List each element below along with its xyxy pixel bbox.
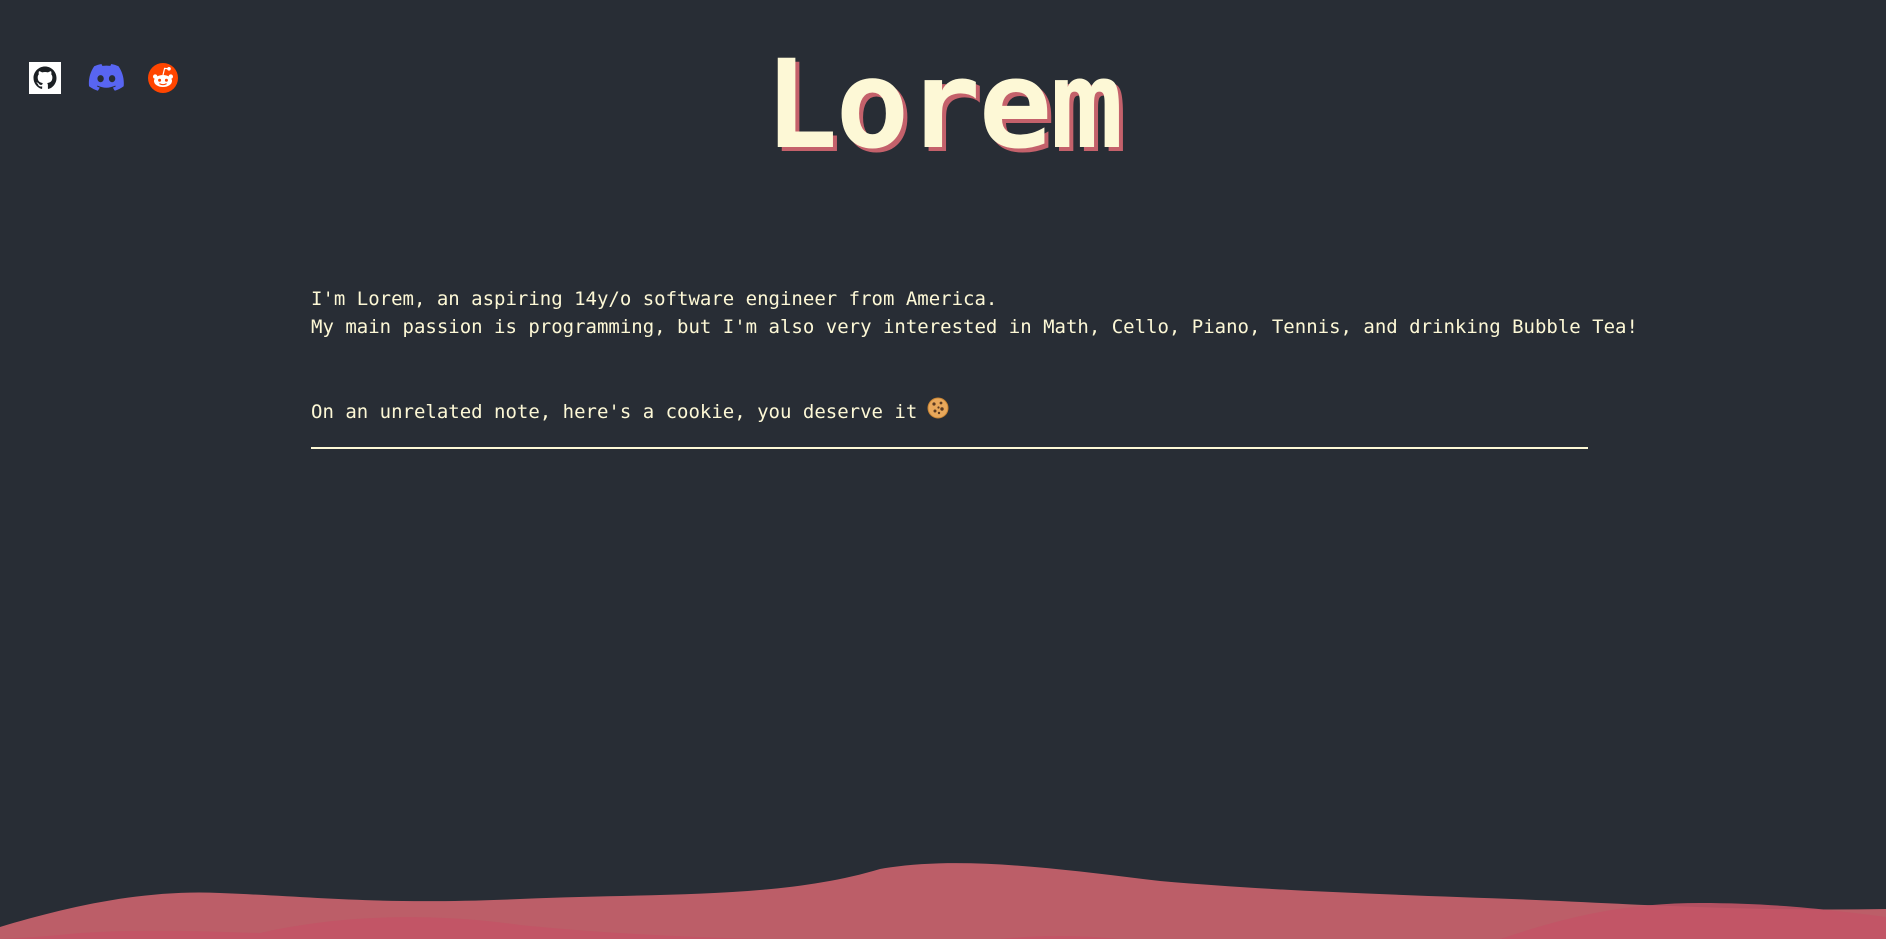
wave-decoration [0,863,1886,939]
intro-line-2: My main passion is programming, but I'm … [311,316,1638,338]
cookie-text: On an unrelated note, here's a cookie, y… [311,401,918,423]
page-title: Lorem [764,34,1123,176]
cookie-icon [927,397,949,427]
intro-line-1: I'm Lorem, an aspiring 14y/o software en… [311,288,998,310]
intro-section: I'm Lorem, an aspiring 14y/o software en… [311,285,1638,427]
cookie-line: On an unrelated note, here's a cookie, y… [311,397,1588,427]
divider [311,447,1588,449]
